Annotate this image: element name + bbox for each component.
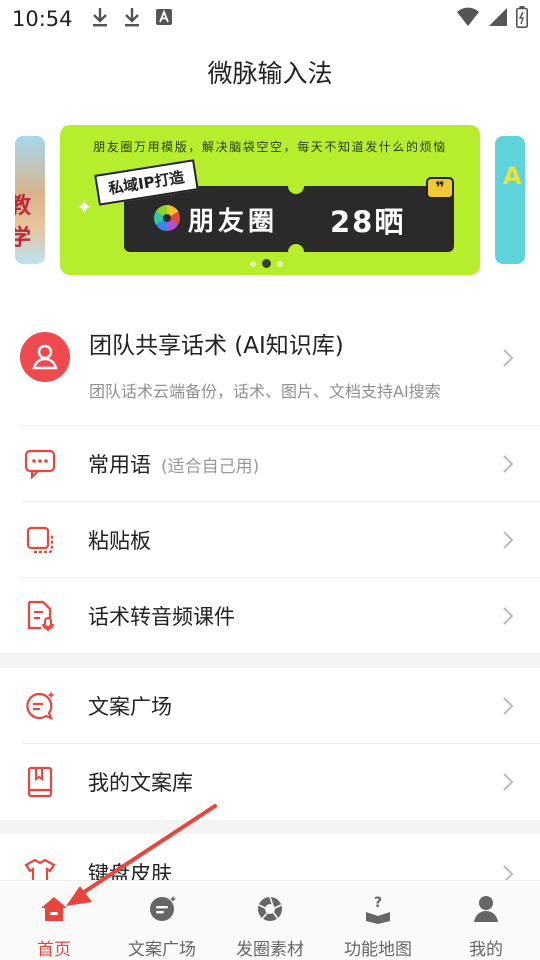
- tab-home[interactable]: 首页: [0, 881, 108, 960]
- keyboard-a-icon: [155, 8, 173, 30]
- carousel-dots: [250, 259, 283, 268]
- banner-slide[interactable]: 朋友圈万用模版，解决脑袋空空，每天不知道发什么的烦恼 ✦ 私域IP打造 ❞ 朋友…: [60, 125, 480, 275]
- menu-item-label: 粘贴板: [88, 529, 151, 553]
- menu-item-label: 话术转音频课件: [88, 604, 235, 629]
- tab-mine[interactable]: 我的: [432, 881, 540, 960]
- app-bar: 微脉输入法: [0, 38, 540, 106]
- home-icon: [37, 893, 71, 925]
- team-item-subtitle: 团队话术云端备份，话术、图片、文档支持AI搜索: [89, 382, 441, 401]
- menu-card-copywriting: 文案广场 我的文案库: [0, 668, 540, 820]
- menu-item-keyboard-skin[interactable]: 键盘皮肤: [22, 846, 540, 882]
- menu-item-label: 键盘皮肤: [88, 862, 172, 882]
- banner-peek-right-text: A: [503, 162, 522, 190]
- chevron-right-icon: [503, 697, 514, 715]
- audio-file-icon: [22, 598, 58, 634]
- chevron-right-icon: [503, 773, 514, 791]
- chevron-right-icon: [503, 349, 514, 367]
- tab-label: 首页: [37, 940, 71, 960]
- status-time: 10:54: [12, 7, 73, 31]
- book-icon: [22, 764, 58, 800]
- chat-bubble-icon: [22, 446, 58, 482]
- bottom-tab-bar: 首页 文案广场 发圈素材 ? 功能地图 我的: [0, 880, 540, 960]
- svg-text:?: ?: [374, 895, 382, 911]
- chevron-right-icon: [503, 531, 514, 549]
- tab-feature-map[interactable]: ? 功能地图: [324, 881, 432, 960]
- chat-icon: [145, 893, 179, 925]
- quote-icon: ❞: [426, 177, 454, 199]
- tshirt-icon: [22, 854, 58, 882]
- chevron-right-icon: [503, 606, 514, 625]
- carousel-dot[interactable]: [250, 260, 256, 267]
- banner-subtitle: 朋友圈万用模版，解决脑袋空空，每天不知道发什么的烦恼: [93, 140, 447, 154]
- menu-item-hint: (适合自己用): [161, 456, 260, 477]
- status-bar: 10:54: [0, 0, 540, 38]
- carousel-dot[interactable]: [277, 260, 283, 267]
- tab-label: 文案广场: [128, 940, 196, 960]
- banner-peek-left-text: 教学: [15, 193, 32, 251]
- carousel-dot-active[interactable]: [262, 259, 271, 268]
- team-knowledge-item[interactable]: 团队共享话术 (AI知识库) 团队话术云端备份，话术、图片、文档支持AI搜索: [20, 290, 540, 426]
- banner-count-text: 28晒: [330, 205, 406, 239]
- menu-item-common-phrases[interactable]: 常用语 (适合自己用): [22, 426, 540, 502]
- menu-card-primary: 团队共享话术 (AI知识库) 团队话术云端备份，话术、图片、文档支持AI搜索 常…: [0, 290, 540, 653]
- help-book-icon: ?: [361, 893, 395, 925]
- shutter-icon: [154, 205, 180, 231]
- menu-item-label: 常用语: [88, 453, 151, 477]
- person-icon: [469, 893, 503, 925]
- menu-item-audio-courseware[interactable]: 话术转音频课件: [22, 578, 540, 653]
- menu-item-label: 我的文案库: [88, 771, 193, 795]
- download-icon: [123, 6, 141, 32]
- sparkle-icon: ✦: [76, 195, 93, 219]
- banner-main-text: 朋友圈: [188, 207, 279, 237]
- shutter-icon: [253, 893, 287, 925]
- menu-item-clipboard[interactable]: 粘贴板: [22, 502, 540, 578]
- battery-icon: [516, 6, 528, 32]
- download-icon: [91, 6, 109, 32]
- tab-label: 我的: [469, 940, 503, 960]
- wifi-icon: [456, 7, 480, 31]
- banner-peek-left[interactable]: 教学: [15, 136, 45, 264]
- banner-peek-right[interactable]: A: [495, 136, 525, 264]
- tab-label: 功能地图: [344, 940, 412, 960]
- menu-item-my-copy-library[interactable]: 我的文案库: [22, 744, 540, 820]
- menu-item-label: 文案广场: [88, 695, 172, 719]
- tab-copy-square[interactable]: 文案广场: [108, 881, 216, 960]
- page-title: 微脉输入法: [207, 59, 333, 88]
- team-item-title: 团队共享话术 (AI知识库): [89, 333, 344, 359]
- banner-carousel[interactable]: 教学 朋友圈万用模版，解决脑袋空空，每天不知道发什么的烦恼 ✦ 私域IP打造 ❞…: [0, 106, 540, 290]
- signal-icon: [488, 7, 508, 31]
- menu-item-copy-square[interactable]: 文案广场: [22, 668, 540, 744]
- menu-card-keyboard: 键盘皮肤: [0, 834, 540, 882]
- chevron-right-icon: [503, 455, 514, 473]
- tab-label: 发圈素材: [236, 940, 304, 960]
- sparkle-chat-icon: [22, 688, 58, 724]
- clipboard-icon: [22, 522, 58, 558]
- tab-share-materials[interactable]: 发圈素材: [216, 881, 324, 960]
- team-user-icon: [20, 332, 70, 382]
